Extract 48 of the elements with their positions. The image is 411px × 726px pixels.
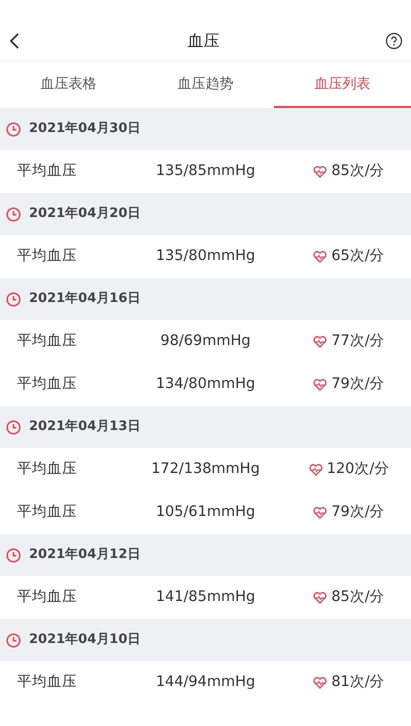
heart-icon (313, 592, 328, 604)
date-heading: 2021年04月30日 (29, 120, 140, 138)
pulse-value: 81次/分 (331, 672, 385, 692)
date-heading: 2021年04月20日 (29, 205, 140, 224)
tab[interactable]: 血压表格 (0, 62, 137, 108)
clock-icon (6, 548, 21, 562)
pulse-value: 79次/分 (331, 374, 385, 394)
date-heading: 2021年04月12日 (29, 546, 140, 564)
pulse-value: 120次/分 (326, 460, 390, 479)
record-label: 平均血压 (16, 332, 78, 351)
record-label: 平均血压 (16, 246, 78, 266)
heart-icon (313, 336, 328, 348)
pulse-value: 85次/分 (331, 162, 385, 181)
pressure-value: 141/85mmHg (154, 588, 256, 607)
record-label: 平均血压 (16, 672, 78, 692)
pulse-value: 65次/分 (331, 246, 385, 266)
heart-icon (313, 166, 328, 178)
page-title: 血压 (188, 30, 220, 52)
record-label: 平均血压 (16, 162, 78, 181)
help-button[interactable] (385, 32, 403, 50)
tab[interactable]: 血压趋势 (137, 62, 274, 108)
heart-icon (313, 506, 328, 518)
heart-icon (313, 250, 328, 262)
record-label: 平均血压 (16, 374, 78, 394)
date-heading: 2021年04月13日 (29, 418, 140, 436)
pressure-value: 105/61mmHg (154, 502, 256, 522)
pressure-value: 98/69mmHg (159, 332, 252, 351)
date-heading: 2021年04月16日 (29, 290, 140, 308)
heart-icon (313, 378, 328, 390)
record-label: 平均血压 (16, 588, 78, 607)
pulse-value: 79次/分 (331, 502, 385, 522)
pressure-value: 172/138mmHg (150, 460, 261, 479)
date-heading: 2021年04月10日 (29, 631, 140, 650)
clock-icon (6, 632, 21, 648)
pressure-value: 144/94mmHg (154, 672, 256, 692)
clock-icon (6, 122, 21, 136)
heart-icon (313, 676, 328, 688)
clock-icon (6, 206, 21, 222)
heart-icon (308, 464, 323, 476)
pulse-value: 77次/分 (331, 332, 385, 351)
record-label: 平均血压 (16, 460, 78, 479)
pulse-value: 85次/分 (331, 588, 385, 607)
clock-icon (6, 292, 21, 306)
pressure-value: 135/85mmHg (154, 162, 256, 181)
pressure-value: 134/80mmHg (154, 374, 256, 394)
record-label: 平均血压 (16, 502, 78, 522)
pressure-value: 135/80mmHg (154, 246, 256, 266)
clock-icon (6, 420, 21, 434)
